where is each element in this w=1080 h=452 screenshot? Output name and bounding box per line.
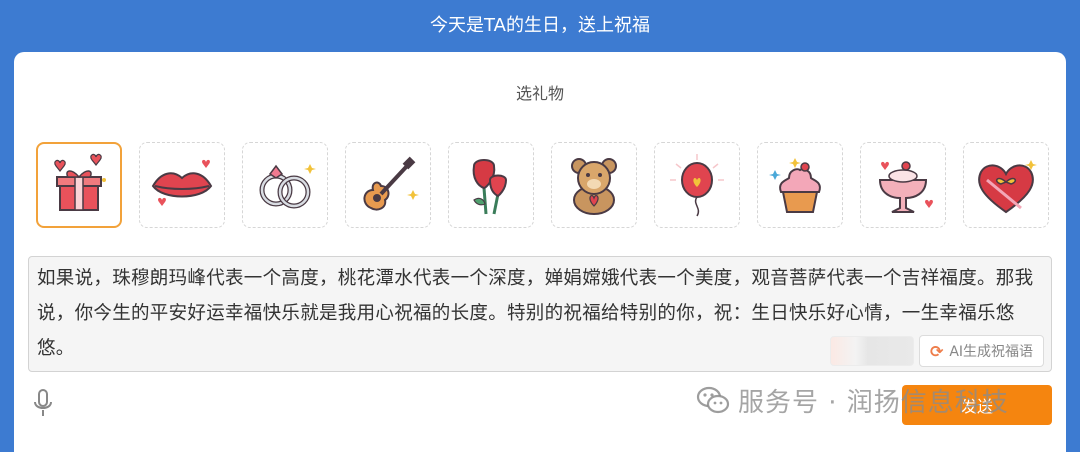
blurred-element	[830, 336, 914, 366]
gift-option-dessert-cup[interactable]	[860, 142, 946, 228]
dessert-cup-icon	[878, 161, 933, 213]
gift-option-rings[interactable]	[242, 142, 328, 228]
balloon-icon	[670, 154, 724, 217]
gift-option-cupcake[interactable]	[757, 142, 843, 228]
gift-option-lips[interactable]	[139, 142, 225, 228]
ai-generate-label: AI生成祝福语	[949, 344, 1034, 360]
gift-option-balloon[interactable]	[654, 142, 740, 228]
gift-option-roses[interactable]	[448, 142, 534, 228]
gift-list	[36, 142, 1049, 230]
gift-panel: 选礼物 如果说，珠穆朗玛峰代表一个高度，桃花潭水代表一个深度，婵娟嫦娥代表一个美…	[14, 52, 1066, 452]
cupcake-icon	[769, 158, 821, 213]
lips-icon	[151, 159, 213, 206]
guitar-icon	[363, 156, 419, 211]
page-title: 今天是TA的生日，送上祝福	[430, 15, 650, 36]
gift-option-guitar[interactable]	[345, 142, 431, 228]
send-button[interactable]: 发送	[902, 385, 1052, 425]
ai-generate-button[interactable]: ⟳ AI生成祝福语	[919, 335, 1044, 367]
gift-option-heart-gift[interactable]	[963, 142, 1049, 228]
heart-gift-icon	[978, 160, 1037, 214]
gift-option-teddy-bear[interactable]	[551, 142, 637, 228]
microphone-icon[interactable]	[32, 388, 54, 418]
wechat-icon	[696, 386, 730, 414]
gift-option-gift-box[interactable]	[36, 142, 122, 228]
send-label: 发送	[960, 397, 993, 416]
refresh-icon: ⟳	[929, 341, 944, 361]
teddy-bear-icon	[571, 158, 617, 215]
section-title: 选礼物	[515, 84, 564, 103]
page-header: 今天是TA的生日，送上祝福	[0, 0, 1080, 48]
rings-icon	[259, 164, 316, 209]
gift-box-icon	[54, 153, 106, 211]
roses-icon	[472, 159, 508, 215]
